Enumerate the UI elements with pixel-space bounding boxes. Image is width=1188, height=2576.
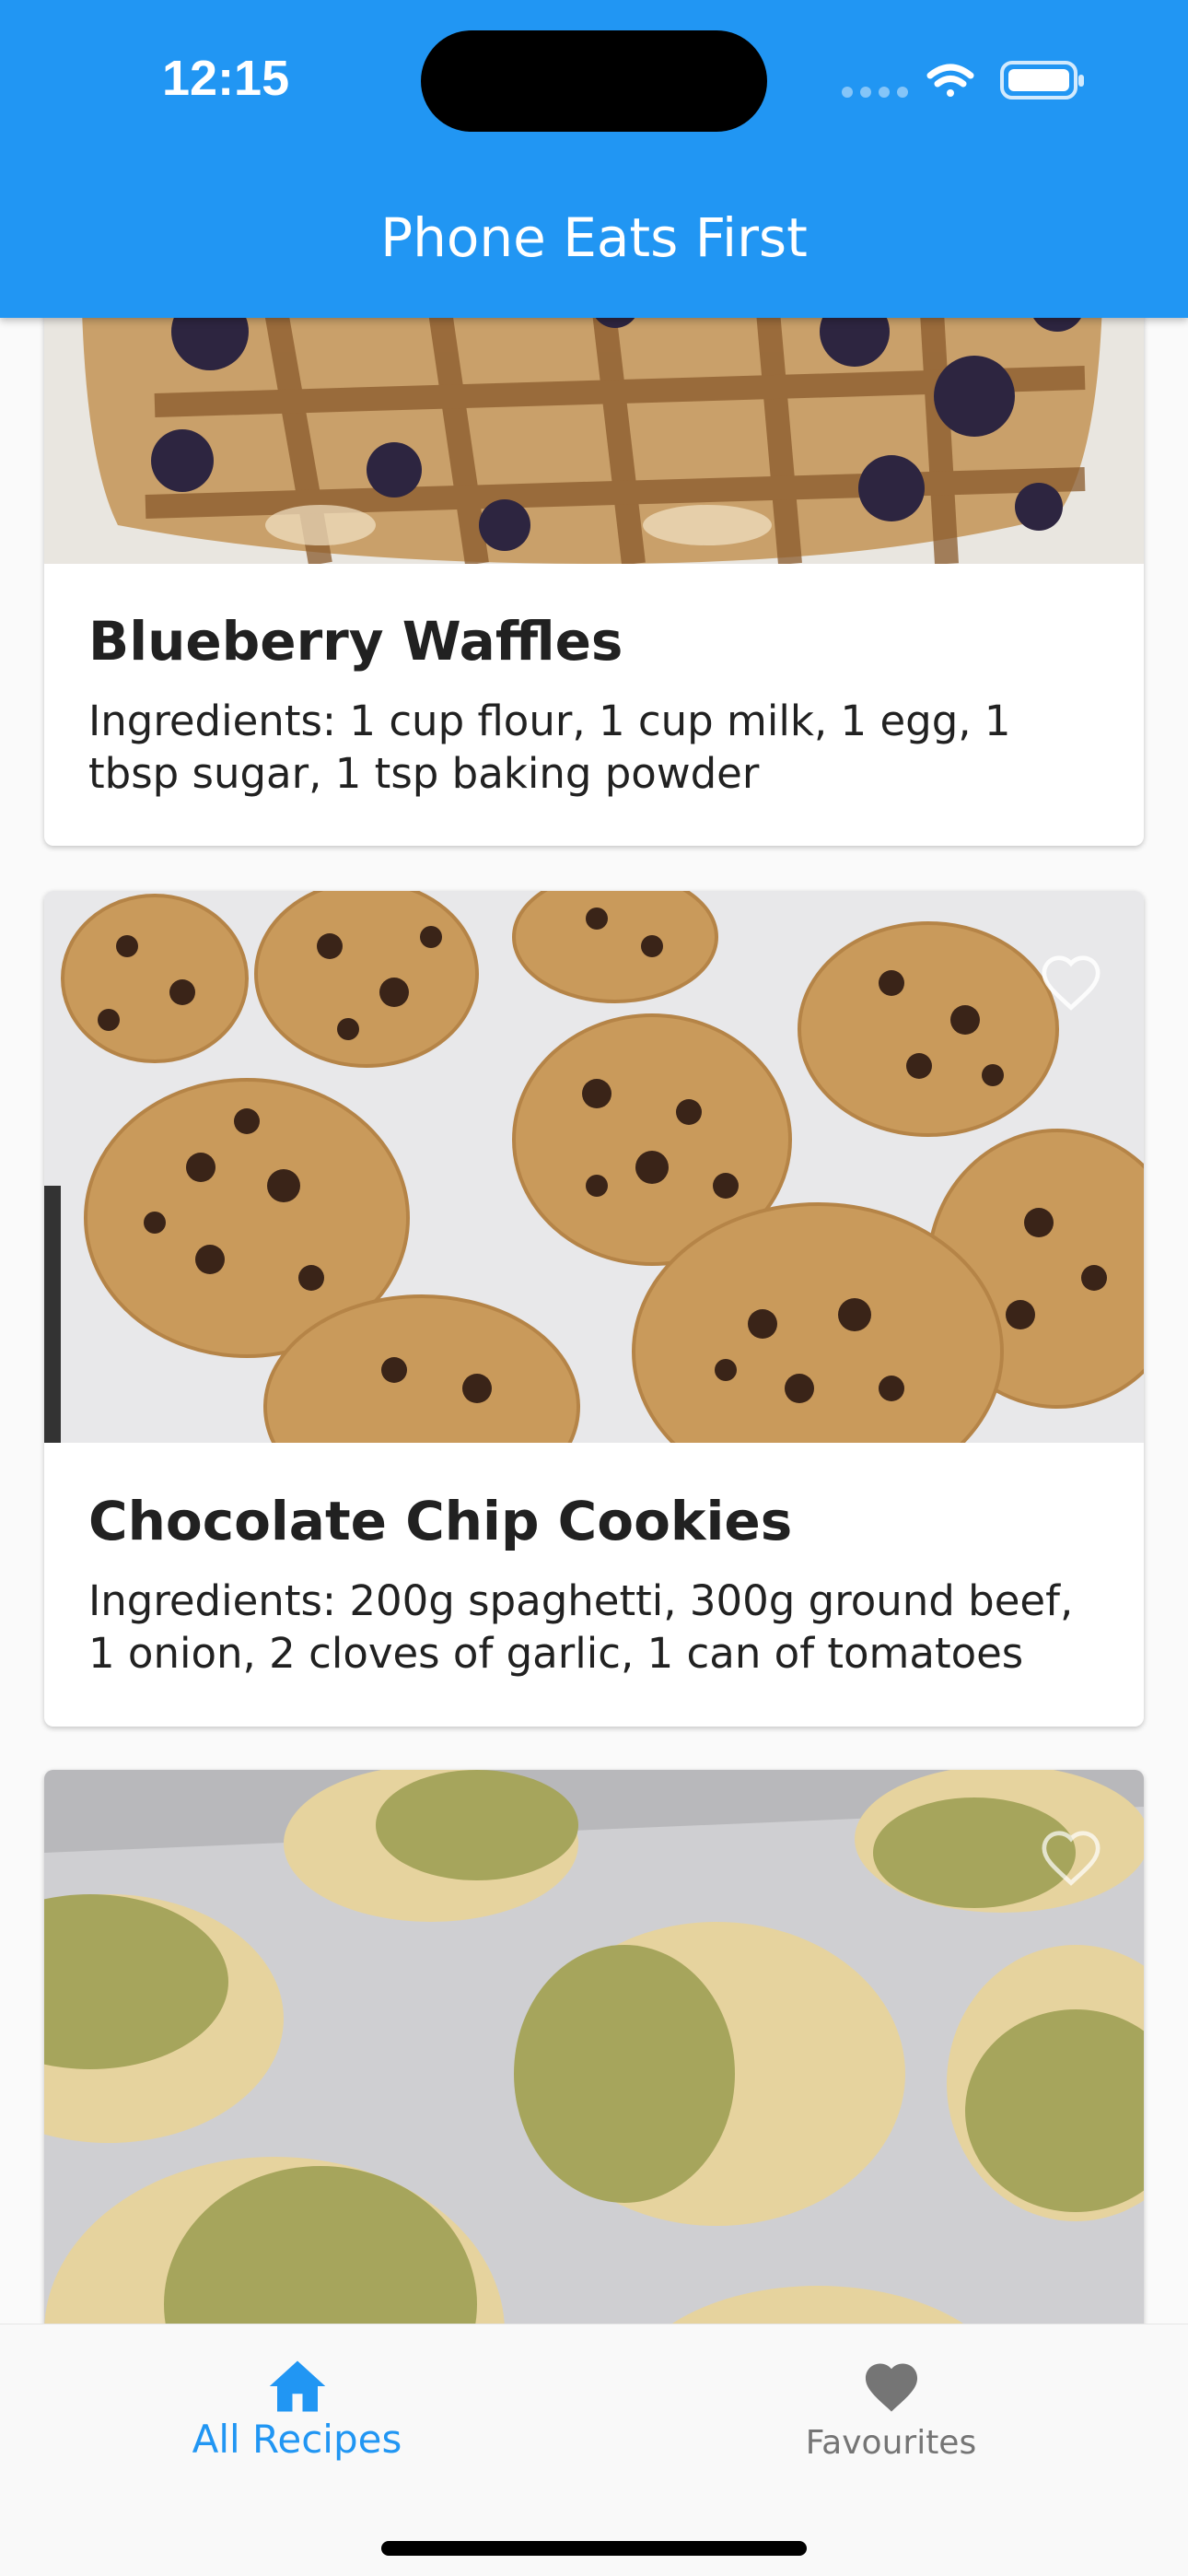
recipe-card[interactable]: Chocolate Chip Cookies Ingredients: 200g…: [44, 891, 1144, 1727]
heart-icon: [865, 2363, 918, 2412]
favourite-button[interactable]: [1039, 952, 1103, 1013]
app-bar: 12:15 Phone Eats First: [0, 0, 1188, 318]
recipe-list[interactable]: Blueberry Waffles Ingredients: 1 cup flo…: [0, 0, 1188, 2576]
home-indicator: [381, 2541, 807, 2556]
favourite-button[interactable]: [1039, 1827, 1103, 1888]
matcha-cookies-photo: [44, 1770, 1144, 2415]
recipe-title: Chocolate Chip Cookies: [88, 1490, 793, 1552]
recipe-title: Blueberry Waffles: [88, 610, 623, 673]
wifi-icon: [926, 64, 974, 97]
chocolate-chip-cookies-photo: [44, 891, 1144, 1443]
heart-outline-icon: [1042, 955, 1101, 1011]
heart-outline-icon: [1042, 1831, 1101, 1886]
recipe-card[interactable]: Blueberry Waffles Ingredients: 1 cup flo…: [44, 249, 1144, 846]
dynamic-island: [421, 30, 767, 132]
nav-label: Favourites: [805, 2424, 977, 2462]
nav-label: All Recipes: [192, 2417, 402, 2462]
nav-item-all-recipes[interactable]: All Recipes: [0, 2324, 594, 2490]
page-title: Phone Eats First: [380, 206, 808, 269]
status-time: 12:15: [162, 51, 290, 106]
recipe-card[interactable]: [44, 1770, 1144, 2415]
recipe-ingredients: Ingredients: 1 cup flour, 1 cup milk, 1 …: [88, 697, 1011, 798]
recipe-ingredients: Ingredients: 200g spaghetti, 300g ground…: [88, 1576, 1074, 1678]
bottom-navigation: All Recipes Favourites: [0, 2324, 1188, 2576]
nav-item-favourites[interactable]: Favourites: [594, 2324, 1188, 2490]
home-icon: [269, 2360, 326, 2412]
status-icons: [838, 57, 1087, 103]
signal-icon: [842, 87, 908, 98]
battery-icon: [1000, 61, 1084, 100]
